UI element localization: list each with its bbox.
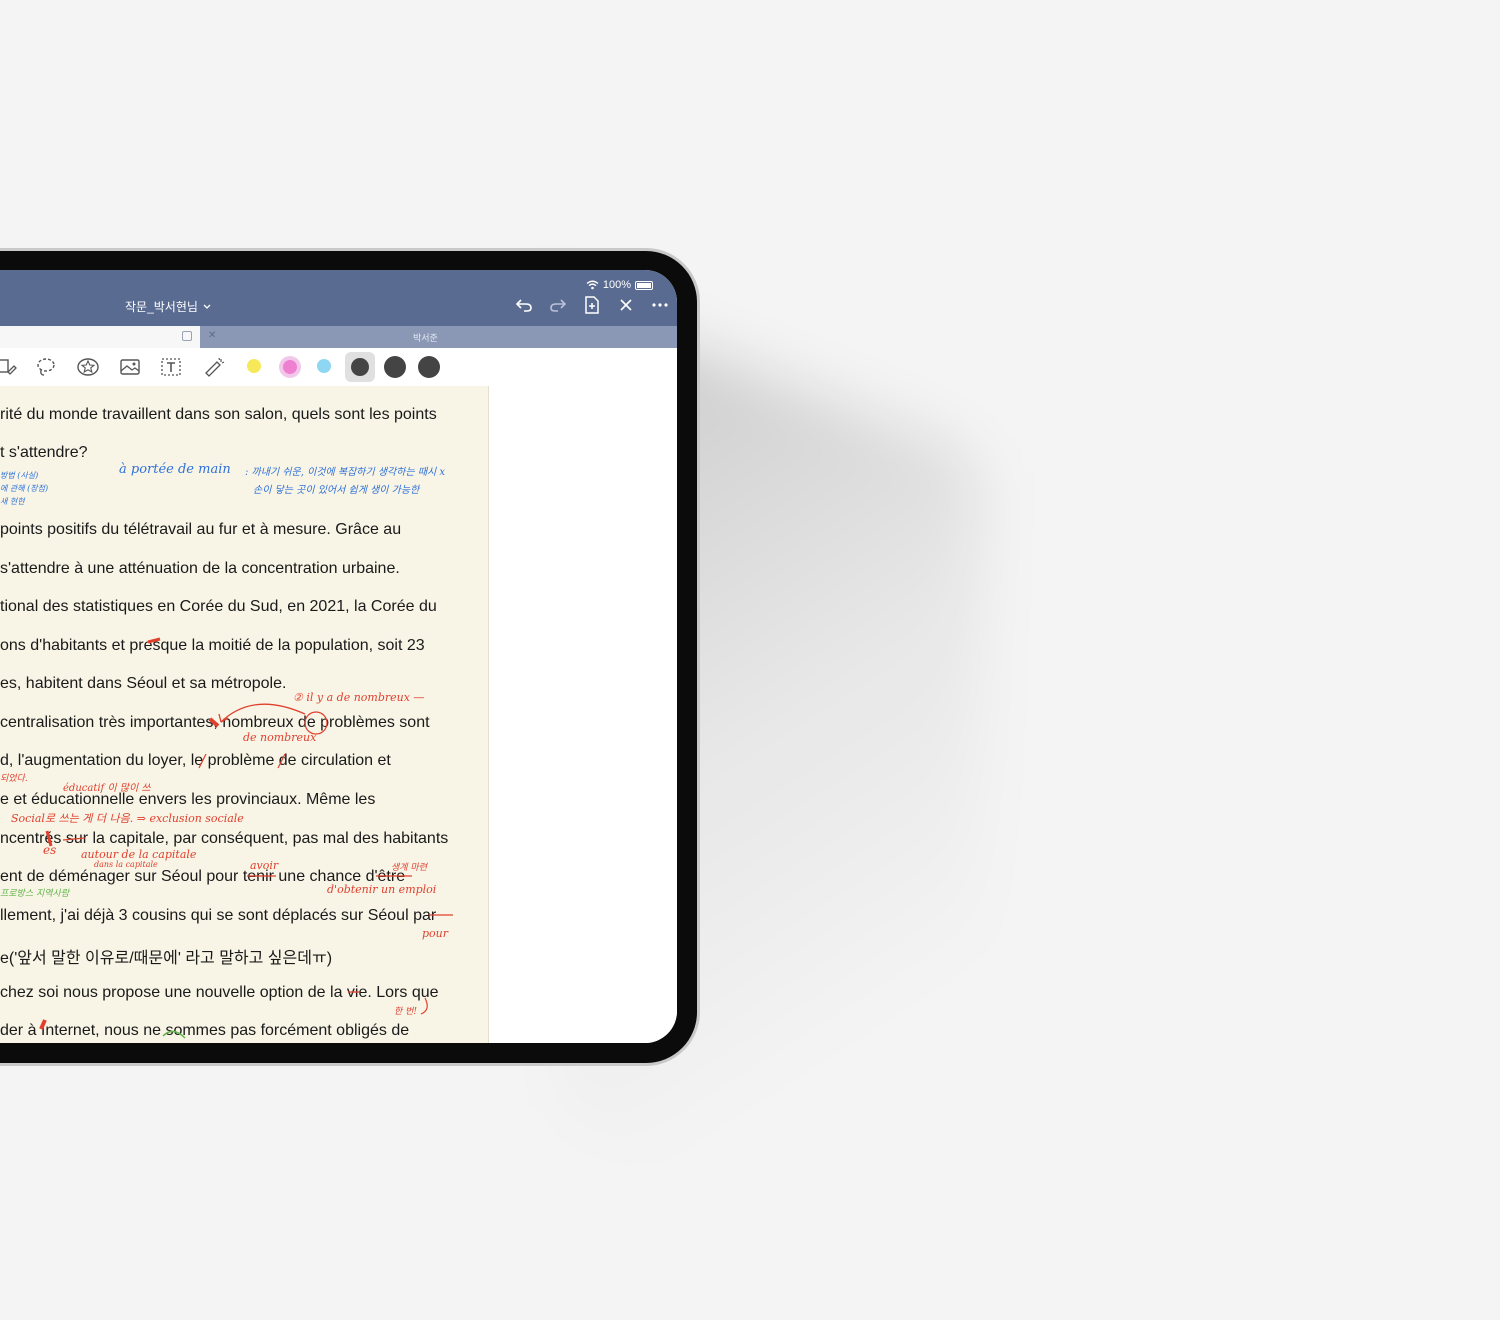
redo-icon	[550, 299, 567, 312]
color-swatch-pink[interactable]	[283, 360, 297, 374]
status-bar: 100%	[586, 279, 653, 291]
more-button[interactable]	[643, 292, 677, 318]
tablet-screen: 100% 작문_박서현님 ✕ 박서준 rité du monde travail…	[0, 270, 677, 1043]
shape-tool-icon[interactable]	[0, 356, 18, 378]
laser-pointer-icon[interactable]	[203, 356, 225, 378]
color-swatch-dark-medium[interactable]	[384, 356, 406, 378]
tab-bar: ✕ 박서준	[0, 326, 677, 348]
color-swatch-lightblue[interactable]	[317, 359, 331, 373]
add-page-button[interactable]	[575, 292, 609, 318]
split-view-icon[interactable]	[182, 331, 192, 341]
redo-button[interactable]	[541, 292, 575, 318]
lasso-icon[interactable]	[35, 356, 57, 378]
tablet-bezel: 100% 작문_박서현님 ✕ 박서준 rité du monde travail…	[0, 251, 697, 1063]
tab-secondary[interactable]: 박서준	[413, 331, 438, 344]
add-page-icon	[585, 296, 599, 314]
drawing-toolbar	[0, 348, 677, 387]
more-icon	[652, 303, 668, 307]
tab-current[interactable]	[0, 326, 200, 348]
header-actions	[507, 292, 677, 318]
wifi-icon	[586, 280, 599, 290]
undo-button[interactable]	[507, 292, 541, 318]
battery-percent: 100%	[602, 279, 631, 291]
image-icon[interactable]	[119, 356, 141, 378]
document-title-text: 작문_박서현님	[125, 300, 198, 314]
undo-icon	[515, 299, 532, 312]
tablet-frame: 100% 작문_박서현님 ✕ 박서준 rité du monde travail…	[0, 248, 700, 1066]
close-button[interactable]	[609, 292, 643, 318]
document-page[interactable]: rité du monde travaillent dans son salon…	[0, 386, 489, 1043]
close-icon	[620, 299, 632, 311]
document-title[interactable]: 작문_박서현님	[125, 298, 211, 315]
app-header: 100% 작문_박서현님	[0, 270, 677, 326]
sticker-icon[interactable]	[76, 356, 99, 378]
color-swatch-dark-large[interactable]	[418, 356, 440, 378]
text-tool-icon[interactable]	[160, 356, 182, 378]
battery-icon	[635, 280, 653, 290]
color-swatch-yellow[interactable]	[247, 359, 261, 373]
ink-strokes	[39, 637, 453, 1039]
tab-close-icon[interactable]: ✕	[208, 330, 216, 341]
secondary-pane	[489, 386, 677, 1043]
color-swatch-dark-selected[interactable]	[351, 358, 369, 376]
chevron-down-icon	[203, 304, 211, 309]
